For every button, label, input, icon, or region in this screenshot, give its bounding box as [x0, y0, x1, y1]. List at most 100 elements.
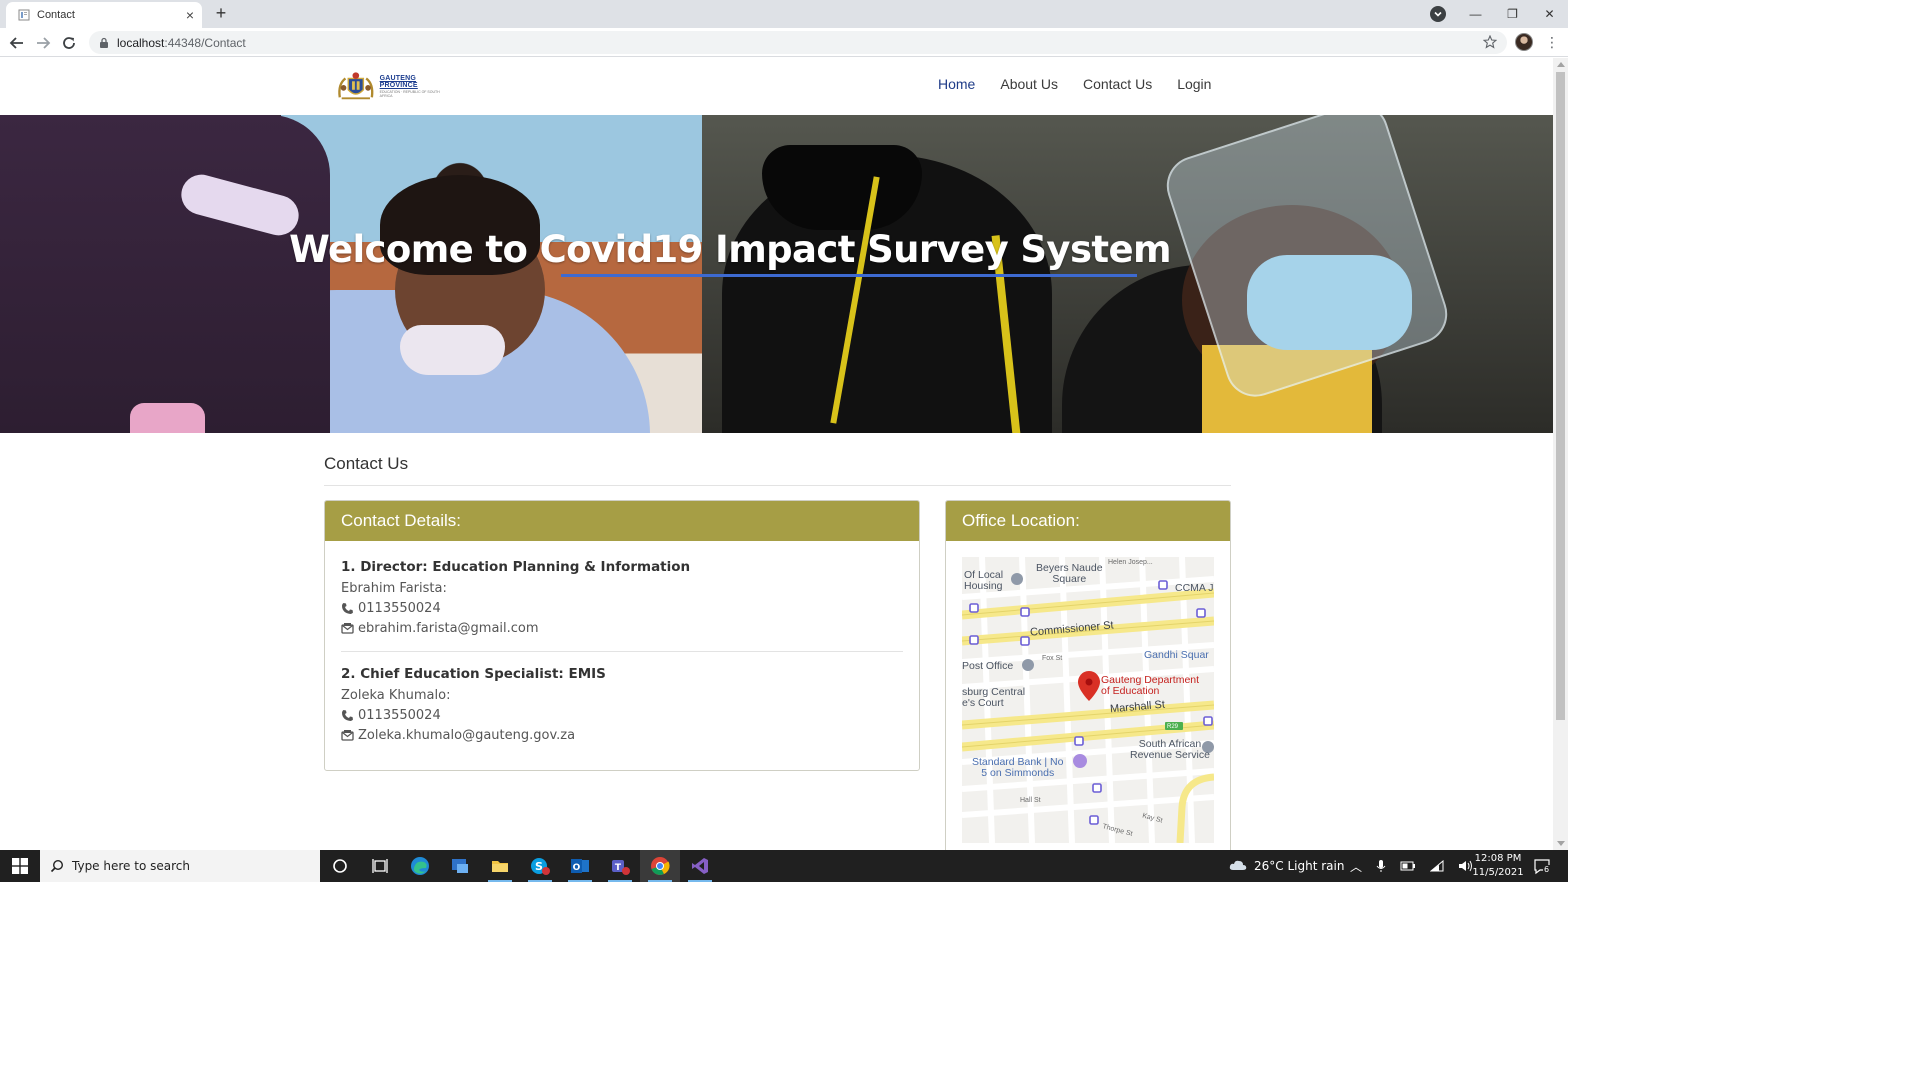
tab-search-icon[interactable]	[1430, 6, 1446, 22]
map-label-beyers: Beyers Naude Square	[1036, 562, 1103, 585]
close-window-icon[interactable]: ✕	[1531, 7, 1568, 21]
task-view-icon[interactable]	[360, 850, 400, 882]
scroll-up-icon[interactable]	[1557, 62, 1565, 67]
lock-icon	[100, 37, 108, 48]
address-bar[interactable]: localhost:44348/Contact	[89, 31, 1507, 54]
contact-details-header: Contact Details:	[325, 501, 919, 541]
email-address: Zoleka.khumalo@gauteng.gov.za	[358, 727, 576, 743]
contact-email[interactable]: Zoleka.khumalo@gauteng.gov.za	[341, 725, 903, 745]
reload-icon[interactable]	[59, 33, 79, 53]
remote-desktop-icon[interactable]	[440, 850, 480, 882]
scrollbar-thumb[interactable]	[1556, 72, 1565, 720]
contact-email[interactable]: ebrahim.farista@gmail.com	[341, 618, 903, 638]
browser-menu-icon[interactable]: ⋮	[1545, 34, 1559, 50]
office-location-header: Office Location:	[946, 501, 1230, 541]
svg-text:O: O	[573, 863, 581, 873]
contact-phone[interactable]: 0113550024	[341, 705, 903, 725]
scroll-down-icon[interactable]	[1557, 841, 1565, 846]
contact-phone[interactable]: 0113550024	[341, 598, 903, 618]
coat-of-arms-icon	[338, 72, 374, 100]
phone-number: 0113550024	[358, 600, 441, 616]
notification-count: 6	[1543, 865, 1551, 874]
weather-widget[interactable]: 26°C Light rain	[1228, 850, 1344, 882]
cloud-rain-icon	[1229, 860, 1247, 870]
contact-name: Zoleka Khumalo:	[341, 687, 451, 703]
contact-card-1: 1. Director: Education Planning & Inform…	[341, 559, 903, 638]
contact-title: 1. Director: Education Planning & Inform…	[341, 559, 691, 575]
windows-logo-icon	[12, 858, 28, 874]
contact-title: 2. Chief Education Specialist: EMIS	[341, 666, 606, 682]
hero-banner: Welcome to Covid19 Impact Survey System	[0, 115, 1553, 433]
browser-tabstrip: Contact × + — ❐ ✕	[0, 0, 1568, 28]
page-viewport: GAUTENG PROVINCE EDUCATION · REPUBLIC OF…	[0, 58, 1553, 850]
map-label-post-office: Post Office	[962, 660, 1014, 672]
back-icon[interactable]	[7, 33, 27, 53]
map-label-gandhi: Gandhi Squar	[1144, 649, 1209, 661]
office-map[interactable]: Of Local Housing Beyers Naude Square Helen…	[962, 557, 1214, 843]
teams-icon[interactable]: T	[600, 850, 640, 882]
start-button[interactable]	[0, 850, 40, 882]
hero-title: Welcome to Covid19 Impact Survey System	[289, 228, 1171, 271]
taskbar-search[interactable]: Type here to search	[40, 850, 320, 882]
edge-icon[interactable]	[400, 850, 440, 882]
page-icon	[18, 9, 30, 21]
search-icon	[50, 859, 64, 873]
chrome-icon[interactable]	[640, 850, 680, 882]
weather-text: 26°C Light rain	[1254, 859, 1345, 873]
forward-icon[interactable]	[33, 33, 53, 53]
clock-date: 11/5/2021	[1472, 867, 1524, 878]
wifi-icon[interactable]	[1430, 860, 1444, 872]
email-address: ebrahim.farista@gmail.com	[358, 620, 539, 636]
battery-icon[interactable]	[1400, 861, 1416, 871]
tab-title: Contact	[37, 9, 75, 21]
site-logo[interactable]: GAUTENG PROVINCE EDUCATION · REPUBLIC OF…	[336, 69, 452, 103]
main-menu: Home About Us Contact Us Login	[938, 76, 1236, 92]
phone-number: 0113550024	[358, 707, 441, 723]
system-tray: ︿	[1350, 850, 1474, 882]
minimize-window-icon[interactable]: —	[1457, 7, 1494, 21]
nav-home-link[interactable]: Home	[938, 76, 975, 92]
close-tab-icon[interactable]: ×	[186, 8, 194, 22]
bookmark-star-icon[interactable]	[1483, 35, 1497, 49]
page-title: Contact Us	[324, 454, 409, 473]
phone-icon	[342, 709, 353, 721]
profile-avatar[interactable]	[1515, 33, 1533, 51]
url-host: localhost	[117, 35, 165, 50]
restore-window-icon[interactable]: ❐	[1494, 7, 1531, 21]
outlook-icon[interactable]: O	[560, 850, 600, 882]
microphone-icon[interactable]	[1376, 859, 1386, 873]
map-label-standard-bank: Standard Bank | No 5 on Simmonds	[972, 756, 1064, 779]
nav-contact-link[interactable]: Contact Us	[1083, 76, 1152, 92]
contact-card-2: 2. Chief Education Specialist: EMIS Zole…	[341, 666, 903, 745]
nav-about-link[interactable]: About Us	[1000, 76, 1058, 92]
skype-icon[interactable]: S	[520, 850, 560, 882]
logo-title: GAUTENG PROVINCE	[379, 74, 418, 89]
map-label-helen: Helen Josep...	[1108, 559, 1153, 566]
nav-login-link[interactable]: Login	[1177, 76, 1211, 92]
clock-time: 12:08 PM	[1474, 853, 1522, 864]
map-label-fox: Fox St	[1042, 655, 1063, 662]
contact-name: Ebrahim Farista:	[341, 580, 447, 596]
taskbar-clock[interactable]: 12:08 PM 11/5/2021	[1470, 852, 1526, 880]
map-label-gauteng-dept: Gauteng Department of Education	[1101, 674, 1200, 697]
file-explorer-icon[interactable]	[480, 850, 520, 882]
map-label-burg-central: sburg Central e's Court	[962, 686, 1026, 709]
search-placeholder: Type here to search	[72, 859, 190, 873]
chevron-up-icon[interactable]: ︿	[1350, 858, 1362, 875]
divider	[324, 485, 1231, 486]
notification-center-icon[interactable]: 6	[1533, 857, 1551, 875]
new-tab-button[interactable]: +	[212, 4, 230, 22]
map-label-local-housing: Of Local Housing	[964, 569, 1004, 592]
cortana-icon[interactable]	[320, 850, 360, 882]
visual-studio-icon[interactable]	[680, 850, 720, 882]
hero-title-underline	[561, 274, 1137, 277]
logo-subtitle: EDUCATION · REPUBLIC OF SOUTH AFRICA	[379, 89, 440, 98]
office-location-panel: Office Location: Of Local Housing Beyers…	[945, 500, 1231, 850]
contact-details-panel: Contact Details: 1. Director: Education …	[324, 500, 920, 771]
page-scrollbar[interactable]	[1553, 58, 1568, 850]
map-label-hall: Hall St	[1020, 797, 1041, 804]
contact-separator	[341, 651, 903, 652]
map-label-sars: South African Revenue Service	[1130, 738, 1210, 761]
envelope-icon	[341, 729, 354, 741]
browser-tab[interactable]: Contact ×	[6, 2, 202, 28]
